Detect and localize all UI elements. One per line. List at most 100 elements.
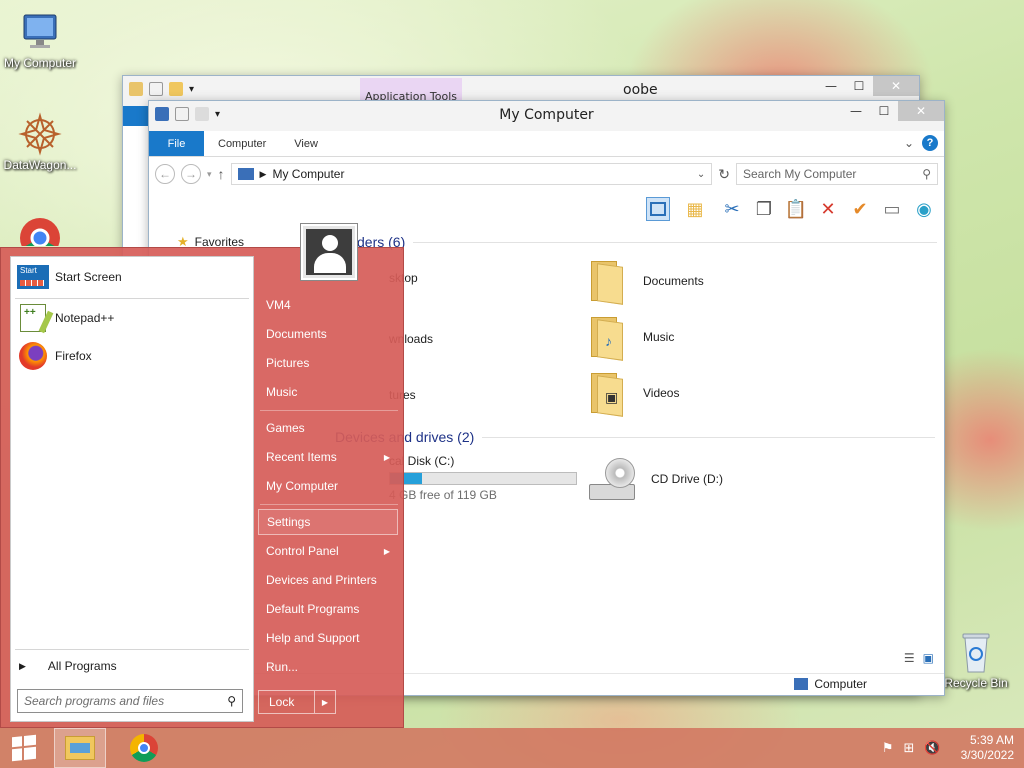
network-icon[interactable]: ⊞ xyxy=(904,740,915,756)
all-programs-button[interactable]: ▶ All Programs xyxy=(19,655,245,677)
start-item-label: Default Programs xyxy=(266,602,360,616)
forward-button[interactable]: → xyxy=(181,164,201,184)
address-bar[interactable]: ▶ My Computer ⌄ xyxy=(230,163,713,185)
folder-label: Music xyxy=(643,330,675,344)
start-item-run[interactable]: Run... xyxy=(258,654,398,680)
recycle-bin-icon xyxy=(954,630,998,674)
desktop-icon-recycle-bin[interactable]: Recycle Bin xyxy=(936,630,1016,690)
cut-icon[interactable]: ✂ xyxy=(720,197,744,221)
globe-icon[interactable]: ◉ xyxy=(912,197,936,221)
layout-icon[interactable] xyxy=(646,197,670,221)
details-view-icon[interactable]: ☰ xyxy=(904,651,915,665)
start-item-devices-printers[interactable]: Devices and Printers xyxy=(258,567,398,593)
separator xyxy=(260,410,398,411)
search-input[interactable]: Search My Computer ⚲ xyxy=(736,163,938,185)
folder-videos[interactable]: ▣ Videos xyxy=(591,371,679,417)
folder-music[interactable]: ♪ Music xyxy=(591,315,675,361)
folder-icon[interactable] xyxy=(129,82,143,96)
back-button[interactable]: ← xyxy=(155,164,175,184)
cd-drive[interactable]: CD Drive (D:) xyxy=(589,458,723,500)
taskbar-file-explorer[interactable] xyxy=(54,728,106,768)
new-folder-icon[interactable] xyxy=(169,82,183,96)
start-item-control-panel[interactable]: Control Panel ▶ xyxy=(258,538,398,564)
start-item-vm4[interactable]: VM4 xyxy=(258,292,398,318)
program-label: Start Screen xyxy=(55,270,122,284)
minimize-button[interactable]: — xyxy=(817,76,845,96)
chevron-down-icon[interactable]: ▾ xyxy=(189,84,194,95)
start-item-label: Control Panel xyxy=(266,544,339,558)
volume-muted-icon[interactable]: 🔇 xyxy=(924,740,940,756)
taskbar-chrome[interactable] xyxy=(120,728,168,768)
help-icon[interactable]: ? xyxy=(922,135,938,151)
lock-options-button[interactable]: ▶ xyxy=(315,691,335,713)
system-tray: ⚑ ⊞ 🔇 5:39 AM 3/30/2022 xyxy=(882,728,1014,768)
properties-icon[interactable] xyxy=(149,82,163,96)
large-icons-view-icon[interactable]: ▣ xyxy=(923,651,934,665)
desktop-icon-my-computer[interactable]: My Computer xyxy=(0,10,80,70)
my-computer-titlebar[interactable]: ▾ My Computer — ☐ ✕ xyxy=(149,101,944,131)
folder-options-icon[interactable]: ▦ xyxy=(678,197,712,221)
tab-computer[interactable]: Computer xyxy=(204,131,280,156)
separator xyxy=(15,649,249,650)
program-firefox[interactable]: Firefox xyxy=(15,340,249,372)
close-button[interactable]: ✕ xyxy=(873,76,919,96)
drives-header[interactable]: Devices and drives (2) xyxy=(335,429,935,445)
quick-access-toolbar: ▾ xyxy=(129,82,194,96)
start-button[interactable] xyxy=(0,728,48,768)
toolbar: ▦ ✂ ❐ 📋 ✕ ✔ ▭ ◉ xyxy=(149,191,944,227)
user-avatar[interactable] xyxy=(301,224,357,280)
start-item-games[interactable]: Games xyxy=(258,415,398,441)
drive-label: cal Disk (C:) xyxy=(389,454,455,468)
action-center-flag-icon[interactable]: ⚑ xyxy=(882,740,894,756)
start-item-default-programs[interactable]: Default Programs xyxy=(258,596,398,622)
clock[interactable]: 5:39 AM 3/30/2022 xyxy=(961,733,1014,763)
start-item-pictures[interactable]: Pictures xyxy=(258,350,398,376)
status-text: Computer xyxy=(814,677,867,691)
chevron-down-icon[interactable]: ⌄ xyxy=(697,169,705,180)
desktop-icon-label: My Computer xyxy=(3,56,77,70)
paste-icon[interactable]: 📋 xyxy=(784,197,808,221)
start-item-settings[interactable]: Settings xyxy=(258,509,398,535)
lock-button[interactable]: Lock xyxy=(259,691,315,713)
separator xyxy=(260,504,398,505)
window-title: oobe xyxy=(623,82,658,98)
chevron-down-icon[interactable]: ⌄ xyxy=(904,136,914,150)
start-item-my-computer[interactable]: My Computer xyxy=(258,473,398,499)
tab-view[interactable]: View xyxy=(280,131,332,156)
start-item-label: Games xyxy=(266,421,305,435)
address-row: ← → ▾ ↑ ▶ My Computer ⌄ ↻ Search My Comp… xyxy=(149,157,944,191)
close-button[interactable]: ✕ xyxy=(898,101,944,121)
start-item-help-support[interactable]: Help and Support xyxy=(258,625,398,651)
start-screen-icon: Start xyxy=(17,261,49,293)
copy-icon[interactable]: ❐ xyxy=(752,197,776,221)
start-item-documents[interactable]: Documents xyxy=(258,321,398,347)
recent-locations-icon[interactable]: ▾ xyxy=(207,169,212,180)
refresh-icon[interactable]: ↻ xyxy=(718,166,730,183)
desktop-icon-datawagon[interactable]: DataWagon... xyxy=(0,112,80,172)
monitor-icon xyxy=(18,10,62,54)
program-start-screen[interactable]: Start Start Screen xyxy=(15,261,249,293)
desktop-icon-label: DataWagon... xyxy=(3,158,77,172)
status-location: Computer xyxy=(794,677,867,691)
check-icon[interactable]: ✔ xyxy=(848,197,872,221)
chrome-desktop-icon[interactable] xyxy=(18,216,62,246)
videos-folder-icon: ▣ xyxy=(591,371,629,417)
rename-icon[interactable]: ▭ xyxy=(880,197,904,221)
program-label: Notepad++ xyxy=(55,311,115,325)
folder-documents[interactable]: Documents xyxy=(591,259,704,305)
start-item-recent-items[interactable]: Recent Items ▶ xyxy=(258,444,398,470)
start-item-music[interactable]: Music xyxy=(258,379,398,405)
start-search-input[interactable]: Search programs and files ⚲ xyxy=(17,689,243,713)
maximize-button[interactable]: ☐ xyxy=(845,76,873,96)
folders-header[interactable]: ders (6) xyxy=(357,234,937,250)
start-menu: Start Start Screen ++ Notepad++ Firefox … xyxy=(0,224,404,728)
local-disk-drive[interactable]: cal Disk (C:) 4 GB free of 119 GB xyxy=(389,454,579,502)
start-item-label: Recent Items xyxy=(266,450,337,464)
up-arrow-icon[interactable]: ↑ xyxy=(218,166,225,182)
maximize-button[interactable]: ☐ xyxy=(870,101,898,121)
delete-icon[interactable]: ✕ xyxy=(816,197,840,221)
tab-file[interactable]: File xyxy=(149,131,204,156)
start-item-label: Run... xyxy=(266,660,299,674)
minimize-button[interactable]: — xyxy=(842,101,870,121)
program-notepadpp[interactable]: ++ Notepad++ xyxy=(15,302,249,334)
